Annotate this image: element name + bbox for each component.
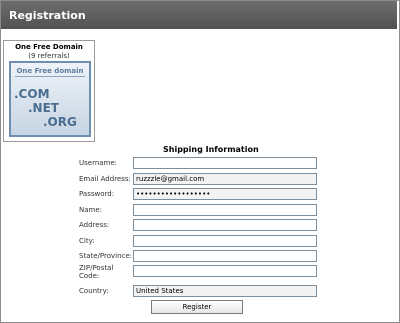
name-input[interactable] xyxy=(133,204,317,216)
zip-input[interactable] xyxy=(133,265,317,277)
email-label: Email Address: xyxy=(79,175,131,183)
promo-box[interactable]: One Free Domain (9 referrals) One Free d… xyxy=(3,40,95,142)
country-row: Country: United States xyxy=(79,285,319,299)
promo-subtitle: (9 referrals) xyxy=(28,52,70,60)
city-input[interactable] xyxy=(133,235,317,247)
register-button[interactable]: Register xyxy=(151,300,243,314)
username-input[interactable] xyxy=(133,157,317,169)
address-input[interactable] xyxy=(133,219,317,231)
email-row: Email Address: ruzzzle@gmail.com xyxy=(79,173,319,187)
logo-ext-com: .COM xyxy=(14,87,50,101)
password-row: Password: •••••••••••••••••• xyxy=(79,188,319,202)
logo-ext-net: .NET xyxy=(28,101,59,115)
country-select[interactable]: United States xyxy=(133,285,317,297)
domain-logo: One Free domain .COM .NET .ORG xyxy=(9,61,91,137)
address-label: Address: xyxy=(79,221,110,229)
city-label: City: xyxy=(79,237,95,245)
address-row: Address: xyxy=(79,219,319,233)
username-label: Username: xyxy=(79,159,118,167)
section-title: Shipping Information xyxy=(163,145,259,154)
logo-ext-org: .ORG xyxy=(43,115,77,129)
email-input[interactable]: ruzzzle@gmail.com xyxy=(133,173,317,185)
state-input[interactable] xyxy=(133,250,317,262)
name-row: Name: xyxy=(79,204,319,218)
country-label: Country: xyxy=(79,287,109,295)
page-title: Registration xyxy=(9,9,86,22)
title-bar: Registration xyxy=(1,1,397,29)
logo-text: One Free domain xyxy=(16,67,84,75)
state-label: State/Province: xyxy=(79,252,133,260)
logo-divider xyxy=(15,76,85,77)
state-row: State/Province: xyxy=(79,250,319,264)
password-label: Password: xyxy=(79,190,115,198)
username-row: Username: xyxy=(79,157,319,171)
zip-row: ZIP/Postal Code: xyxy=(79,264,319,283)
zip-label: ZIP/Postal Code: xyxy=(79,264,114,280)
name-label: Name: xyxy=(79,206,103,214)
city-row: City: xyxy=(79,235,319,249)
password-input[interactable]: •••••••••••••••••• xyxy=(133,188,317,200)
promo-title: One Free Domain xyxy=(15,43,83,51)
